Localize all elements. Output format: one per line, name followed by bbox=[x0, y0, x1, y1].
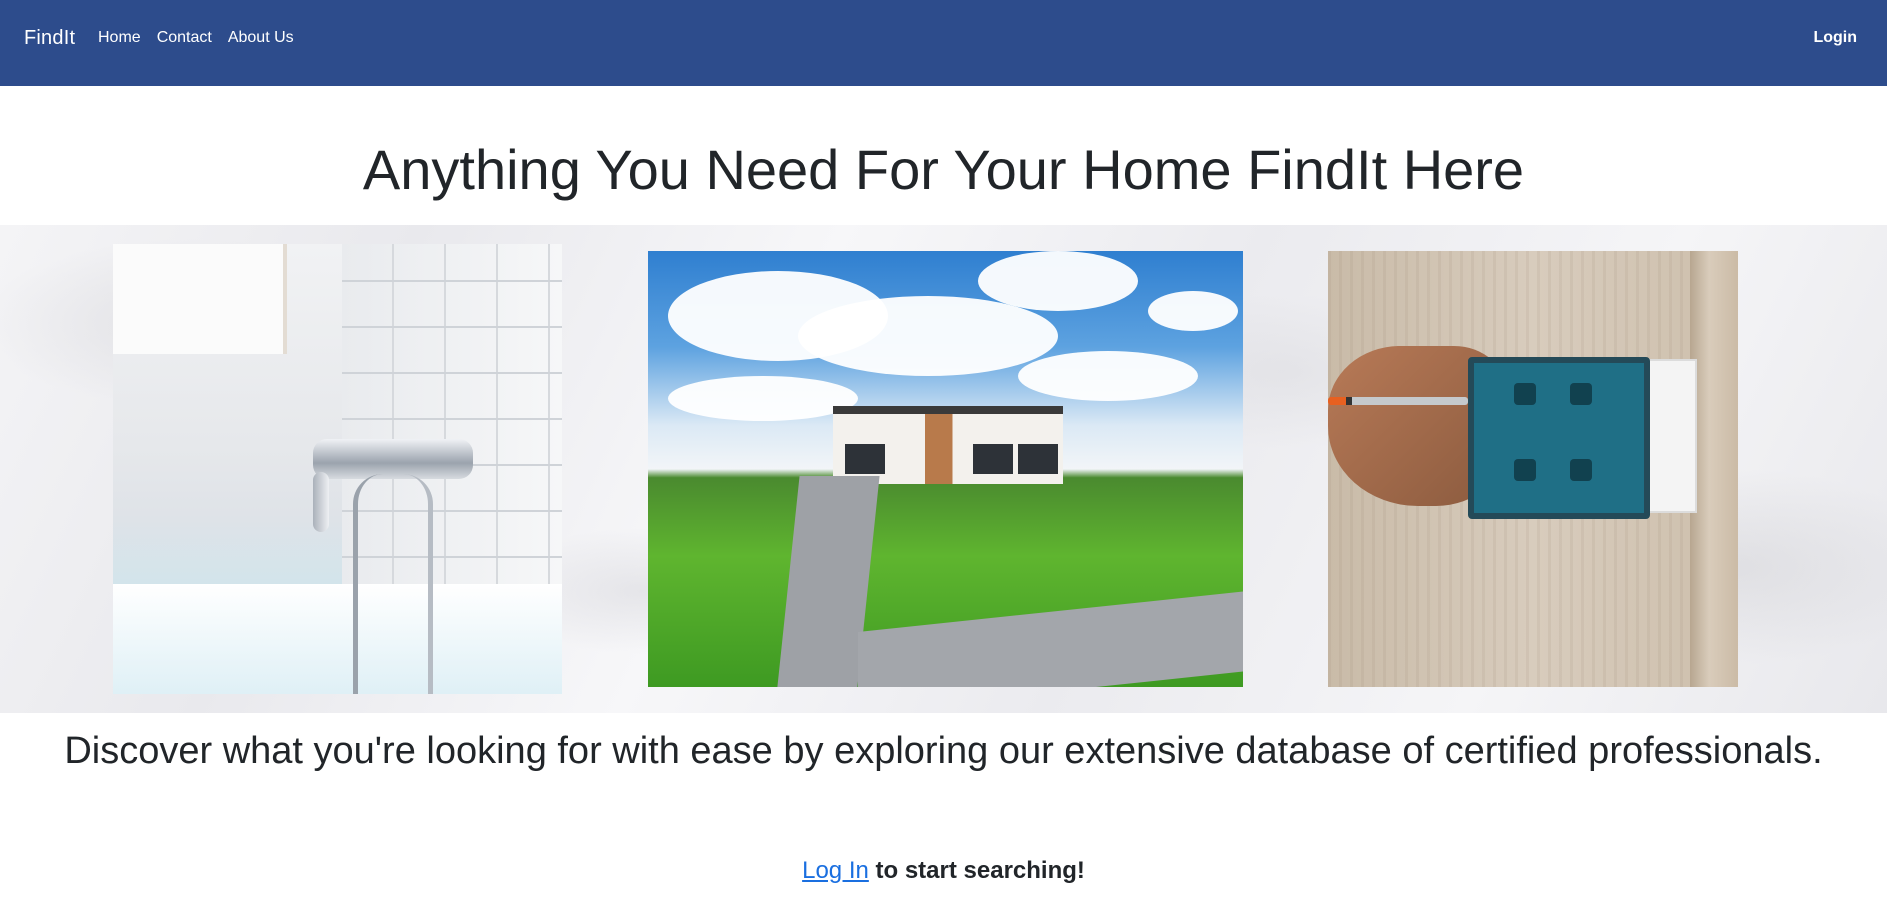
top-navbar: FindIt Home Contact About Us Login bbox=[0, 0, 1887, 86]
cloud bbox=[1018, 351, 1198, 401]
modern-house-image bbox=[648, 251, 1243, 687]
nav-link-home[interactable]: Home bbox=[98, 29, 149, 47]
wood-trim bbox=[1690, 251, 1738, 687]
nav-link-contact[interactable]: Contact bbox=[157, 29, 220, 47]
cloud bbox=[1148, 291, 1238, 331]
login-link[interactable]: Log In bbox=[802, 857, 869, 884]
login-prompt: Log In to start searching! bbox=[0, 857, 1887, 885]
shower-hose bbox=[353, 474, 433, 694]
socket-hole bbox=[1514, 459, 1536, 481]
bath-window bbox=[113, 244, 287, 354]
bathtub-faucet-image bbox=[113, 244, 562, 694]
house-window bbox=[973, 444, 1013, 474]
hero-title: Anything You Need For Your Home FindIt H… bbox=[0, 132, 1887, 208]
house-window bbox=[845, 444, 885, 474]
faucet-spout bbox=[313, 472, 329, 532]
cloud bbox=[668, 376, 858, 421]
brand-logo[interactable]: FindIt bbox=[24, 27, 75, 50]
outlet-socket bbox=[1468, 357, 1650, 519]
login-button[interactable]: Login bbox=[1813, 29, 1857, 47]
socket-hole bbox=[1570, 459, 1592, 481]
faucet bbox=[313, 439, 473, 479]
hero-title-brand: FindIt bbox=[1247, 138, 1388, 201]
paved-path-cross bbox=[858, 589, 1243, 687]
socket-hole bbox=[1570, 383, 1592, 405]
hero-title-prefix: Anything You Need For Your Home bbox=[362, 138, 1248, 201]
cloud bbox=[798, 296, 1058, 376]
nav-link-about-us[interactable]: About Us bbox=[228, 29, 302, 47]
house-window bbox=[1018, 444, 1058, 474]
cloud bbox=[978, 251, 1138, 311]
tagline: Discover what you're looking for with ea… bbox=[64, 730, 1823, 772]
modern-house bbox=[833, 406, 1063, 484]
socket-hole bbox=[1514, 383, 1536, 405]
bathtub bbox=[113, 584, 562, 694]
screwdriver bbox=[1328, 397, 1468, 405]
nav-links: Home Contact About Us bbox=[98, 29, 310, 47]
hero-title-suffix: Here bbox=[1387, 138, 1525, 201]
electrical-outlet-image bbox=[1328, 251, 1738, 687]
login-prompt-text: to start searching! bbox=[868, 857, 1085, 884]
